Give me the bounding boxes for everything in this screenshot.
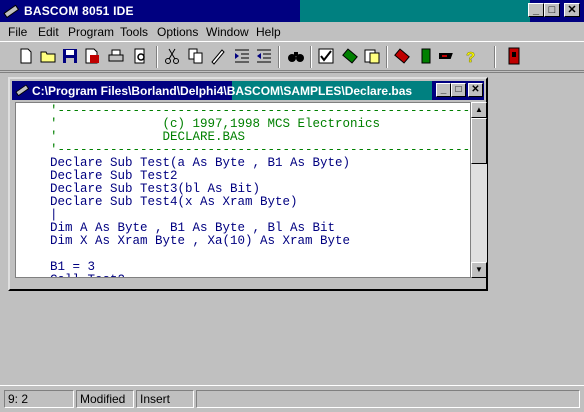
code-line[interactable]: '---------------------------------------… (50, 143, 470, 157)
save-all-icon[interactable] (82, 46, 102, 66)
save-icon[interactable] (60, 46, 80, 66)
maximize-button[interactable]: □ (544, 3, 560, 17)
editor-title-bar[interactable]: C:\Program Files\Borland\Delphi4\BASCOM\… (12, 81, 484, 100)
show-result-icon[interactable] (362, 46, 382, 66)
editor-title: C:\Program Files\Borland\Delphi4\BASCOM\… (32, 84, 413, 98)
menu-file[interactable]: File (8, 25, 27, 39)
code-editor[interactable]: '---------------------------------------… (15, 102, 471, 278)
code-line[interactable]: Declare Sub Test2 (50, 169, 178, 183)
terminal-icon[interactable] (438, 46, 458, 66)
scroll-up-button[interactable]: ▲ (471, 102, 487, 118)
editor-maximize-button[interactable]: □ (451, 83, 466, 97)
simulate-icon[interactable] (392, 46, 412, 66)
code-line[interactable]: Dim X As Xram Byte , Xa(10) As Xram Byte (50, 234, 350, 248)
outdent-icon[interactable] (254, 46, 274, 66)
code-line[interactable]: Call Test2 (50, 273, 125, 278)
status-bar: 9: 2 Modified Insert (0, 385, 584, 412)
syntax-check-icon[interactable] (316, 46, 336, 66)
menu-edit[interactable]: Edit (38, 25, 59, 39)
code-line[interactable]: '---------------------------------------… (50, 104, 470, 118)
scroll-thumb[interactable] (471, 118, 487, 164)
copy-icon[interactable] (186, 46, 206, 66)
app-title-bar[interactable]: BASCOM 8051 IDE _ □ ✕ (0, 0, 584, 22)
cut-icon[interactable] (162, 46, 182, 66)
new-file-icon[interactable] (16, 46, 36, 66)
menu-window[interactable]: Window (206, 25, 249, 39)
status-position: 9: 2 (4, 390, 74, 408)
code-line[interactable]: Declare Sub Test4(x As Xram Byte) (50, 195, 298, 209)
editor-close-button[interactable]: ✕ (468, 83, 483, 97)
app-title: BASCOM 8051 IDE (24, 4, 134, 18)
code-text[interactable]: '---------------------------------------… (16, 103, 470, 278)
editor-minimize-button[interactable]: _ (436, 83, 451, 97)
code-line[interactable]: ' (c) 1997,1998 MCS Electronics (50, 117, 380, 131)
code-line[interactable]: Declare Sub Test(a As Byte , B1 As Byte) (50, 156, 350, 170)
toolbar: ? (0, 41, 584, 71)
help-icon[interactable]: ? (460, 46, 480, 66)
print-icon[interactable] (106, 46, 126, 66)
vertical-scrollbar[interactable]: ▲ ▼ (471, 102, 487, 278)
code-line[interactable]: ' DECLARE.BAS (50, 130, 245, 144)
editor-window[interactable]: C:\Program Files\Borland\Delphi4\BASCOM\… (8, 77, 488, 291)
status-modified: Modified (76, 390, 134, 408)
compile-icon[interactable] (340, 46, 360, 66)
status-message (196, 390, 580, 408)
menu-tools[interactable]: Tools (120, 25, 148, 39)
code-line[interactable]: Dim A As Byte , B1 As Byte , Bl As Bit (50, 221, 335, 235)
code-line[interactable]: | (50, 208, 58, 222)
svg-text:?: ? (466, 49, 475, 65)
exit-icon[interactable] (504, 46, 524, 66)
close-button[interactable]: ✕ (564, 3, 580, 17)
document-icon[interactable] (15, 83, 29, 97)
open-folder-icon[interactable] (38, 46, 58, 66)
paste-icon[interactable] (208, 46, 228, 66)
code-line[interactable]: Declare Sub Test3(bl As Bit) (50, 182, 260, 196)
program-chip-icon[interactable] (416, 46, 436, 66)
app-icon[interactable] (3, 3, 19, 19)
menu-options[interactable]: Options (157, 25, 198, 39)
find-icon[interactable] (286, 46, 306, 66)
indent-icon[interactable] (232, 46, 252, 66)
status-mode: Insert (136, 390, 194, 408)
menu-help[interactable]: Help (256, 25, 281, 39)
minimize-button[interactable]: _ (528, 3, 544, 17)
scroll-down-button[interactable]: ▼ (471, 262, 487, 278)
mdi-workspace: C:\Program Files\Borland\Delphi4\BASCOM\… (0, 72, 584, 385)
code-line[interactable]: B1 = 3 (50, 260, 95, 274)
menu-program[interactable]: Program (68, 25, 114, 39)
menu-bar: File Edit Program Tools Options Window H… (0, 22, 584, 41)
print-preview-icon[interactable] (130, 46, 150, 66)
